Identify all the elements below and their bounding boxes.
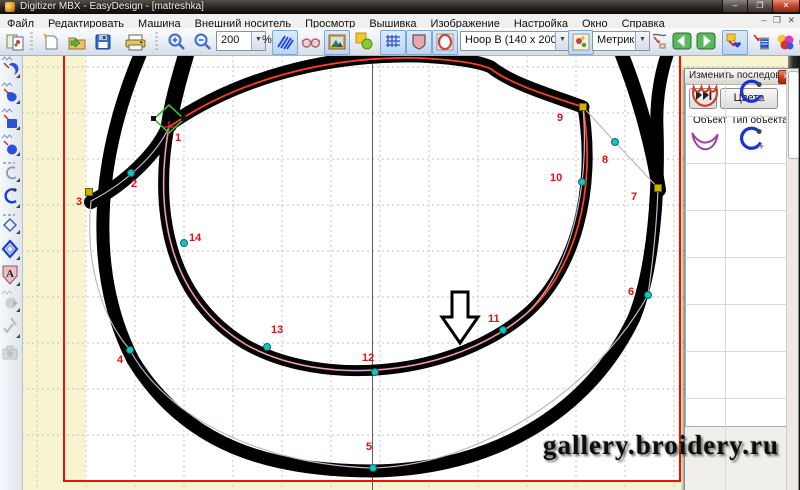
point-number-label: 13 <box>271 324 283 336</box>
closed-shape-node-tool[interactable] <box>1 238 21 262</box>
print-button[interactable] <box>120 30 152 55</box>
hoop-select-combo[interactable]: Hoop B (140 x 200) ▼ <box>460 31 570 51</box>
design-windows-button[interactable] <box>2 30 28 55</box>
object-shape-icon <box>688 73 722 113</box>
stitch-node-yellow[interactable] <box>85 188 93 196</box>
background-fabric-button[interactable] <box>568 30 594 55</box>
stitch-node-cyan[interactable] <box>369 464 377 472</box>
outline-rectangle-tool[interactable] <box>1 108 21 132</box>
outline-shape-tool[interactable] <box>1 82 21 106</box>
show-objects-button[interactable] <box>352 30 376 53</box>
next-object-button[interactable] <box>694 30 718 53</box>
point-number-label: 1 <box>175 132 181 144</box>
menu-bar: – ❐ ✕ ФайлРедактироватьМашинаВнешний нос… <box>0 14 800 29</box>
lettering-tool[interactable]: A <box>1 264 21 288</box>
show-stitches-button[interactable] <box>272 30 298 55</box>
zoom-level-value: 200 <box>221 34 239 46</box>
panel-scrollbar[interactable] <box>786 69 798 490</box>
stitch-node-cyan[interactable] <box>578 178 586 186</box>
stitch-node-cyan[interactable] <box>127 169 135 177</box>
closed-runstitch-tool[interactable] <box>1 186 21 210</box>
photo-stitch-tool-disabled <box>1 342 21 366</box>
main-toolbar: 200 ▼ % Hoop B (140 x 200) ▼ <box>0 28 800 56</box>
sequence-by-color-button[interactable] <box>748 30 774 55</box>
point-number-label: 3 <box>76 196 82 208</box>
point-number-label: 8 <box>602 154 608 166</box>
new-design-button[interactable] <box>38 30 64 55</box>
window-title: Digitizer MBX - EasyDesign - [matreshka] <box>20 1 204 12</box>
point-number-label: 5 <box>366 441 372 453</box>
zoom-out-button[interactable] <box>190 30 216 55</box>
save-design-button[interactable] <box>90 30 116 55</box>
reshape-tool-button[interactable] <box>648 30 672 53</box>
zoom-in-button[interactable] <box>164 30 190 55</box>
svg-text:A: A <box>6 268 14 280</box>
resequence-panel: Изменить последовате... ✕ Цвета Объект Т… <box>684 68 799 490</box>
sequence-row[interactable] <box>685 116 776 163</box>
minimize-button[interactable]: – <box>722 0 748 13</box>
stitch-node-cyan[interactable] <box>644 291 652 299</box>
stitch-node-cyan[interactable] <box>263 343 271 351</box>
point-number-label: 10 <box>550 172 562 184</box>
hoop-template-button[interactable] <box>432 30 458 55</box>
object-shape-icon <box>688 120 722 160</box>
open-shape-node-tool[interactable] <box>1 212 21 236</box>
units-value: Метрика <box>597 34 641 46</box>
stitch-node-yellow[interactable] <box>654 184 662 192</box>
zoom-percent-label: % <box>262 34 272 46</box>
close-button[interactable]: ✕ <box>772 0 800 13</box>
color-film-button[interactable] <box>772 30 798 55</box>
previous-object-button[interactable] <box>670 30 694 53</box>
auto-digitize-tool-disabled <box>1 290 21 314</box>
show-image-button[interactable] <box>324 30 350 55</box>
title-bar: Digitizer MBX - EasyDesign - [matreshka]… <box>0 0 800 14</box>
mdi-window-buttons[interactable]: – ❐ ✕ <box>761 15 797 26</box>
stitch-node-yellow[interactable] <box>579 103 587 111</box>
point-number-label: 12 <box>362 352 374 364</box>
open-runstitch-tool[interactable] <box>1 160 21 184</box>
application-window: 1234567891011121314 Digitizer MBX - Easy… <box>0 0 800 490</box>
object-type-icon <box>735 75 765 111</box>
overflow-button[interactable] <box>796 30 800 55</box>
watermark: gallery.broidery.ru <box>543 430 779 461</box>
point-number-label: 7 <box>631 191 637 203</box>
scrollbar-thumb[interactable] <box>788 71 799 159</box>
point-number-label: 14 <box>189 232 201 244</box>
stitch-node-cyan[interactable] <box>180 239 188 247</box>
object-type-icon <box>735 122 765 158</box>
point-number-label: 9 <box>557 112 563 124</box>
point-number-label: 6 <box>628 286 634 298</box>
app-icon <box>5 2 15 12</box>
chevron-down-icon[interactable]: ▼ <box>555 32 569 50</box>
stitch-node-cyan[interactable] <box>499 326 507 334</box>
outline-ellipse-tool[interactable] <box>1 134 21 158</box>
stitch-node-cyan[interactable] <box>611 138 619 146</box>
outline-crescent-tool[interactable] <box>1 56 21 80</box>
zoom-level-combo[interactable]: 200 ▼ <box>216 31 266 51</box>
stitch-node-cyan[interactable] <box>371 368 379 376</box>
point-number-label: 11 <box>488 313 500 325</box>
chevron-down-icon[interactable]: ▼ <box>635 32 649 50</box>
point-number-label: 2 <box>131 178 137 190</box>
trueview-glasses-button[interactable] <box>298 30 324 55</box>
hoop-select-value: Hoop B (140 x 200) <box>465 34 560 46</box>
sequence-by-selects-button[interactable] <box>722 30 748 55</box>
units-combo[interactable]: Метрика ▼ <box>592 31 650 51</box>
digitize-toolbox: A <box>0 55 23 490</box>
sequence-row[interactable] <box>685 69 776 116</box>
sequence-list[interactable] <box>685 69 790 427</box>
show-grid-button[interactable] <box>380 30 406 55</box>
maximize-button[interactable]: ❐ <box>747 0 773 13</box>
show-hoop-button[interactable] <box>406 30 432 55</box>
click-to-stitch-tool-disabled <box>1 316 21 340</box>
stitch-node-cyan[interactable] <box>126 346 134 354</box>
design-canvas[interactable] <box>0 0 800 490</box>
open-design-button[interactable] <box>64 30 90 55</box>
point-number-label: 4 <box>117 354 123 366</box>
